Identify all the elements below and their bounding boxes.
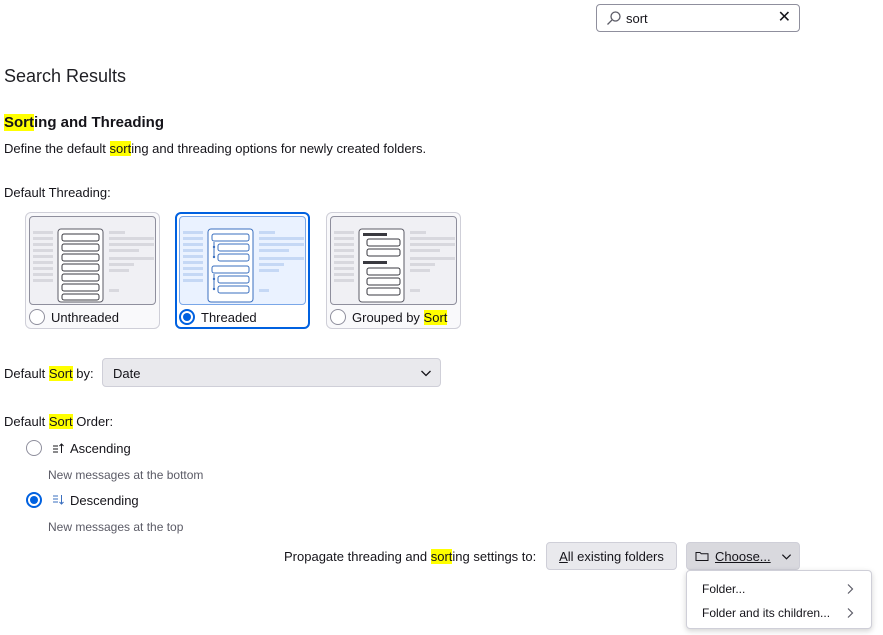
search-highlight: sort [109, 141, 132, 156]
grouped-by-sort-radio[interactable] [330, 309, 346, 325]
sort-by-label-end: by: [72, 366, 94, 381]
threaded-option-row: Threaded [179, 309, 257, 325]
propagate-label: Propagate threading and sorting settings… [284, 549, 536, 564]
grouped-option-row: Grouped by Sort [330, 309, 448, 325]
unthreaded-option-row: Unthreaded [29, 309, 119, 325]
threading-option-threaded[interactable]: Threaded [175, 212, 310, 329]
propagate-label-start: Propagate threading and [284, 549, 431, 564]
ascending-radio[interactable] [26, 440, 42, 456]
chevron-right-icon [847, 584, 854, 594]
search-highlight: sort [430, 549, 453, 564]
desc-text-end: ing and threading options for newly crea… [131, 141, 427, 156]
sort-by-value: Date [113, 366, 141, 381]
threading-option-grouped-by-sort[interactable]: Grouped by Sort [326, 212, 461, 329]
default-sort-by-label: Default Sort by: [4, 366, 94, 381]
search-icon [607, 11, 621, 25]
close-icon[interactable]: ✕ [778, 9, 791, 27]
descending-radio[interactable] [26, 492, 42, 508]
default-threading-label: Default Threading: [4, 185, 111, 200]
chevron-down-icon [781, 553, 791, 560]
threaded-radio[interactable] [179, 309, 195, 325]
search-highlight: Sort [423, 309, 448, 325]
search-input[interactable]: sort [626, 11, 648, 26]
page-title: Search Results [4, 66, 127, 86]
sort-by-select[interactable]: Date [102, 358, 441, 387]
menu-item-label: Folder... [702, 582, 746, 596]
search-highlight: Sort [48, 366, 73, 381]
desc-text-start: Define the default [4, 141, 110, 156]
descending-hint: New messages at the top [48, 520, 184, 534]
folder-icon [695, 552, 709, 561]
sort-descending-icon [53, 495, 64, 505]
chevron-right-icon [847, 608, 854, 618]
menu-item-folder-and-children[interactable]: Folder and its children... [687, 601, 871, 625]
chevron-down-icon [421, 370, 431, 377]
menu-item-folder[interactable]: Folder... [687, 577, 871, 601]
threaded-label: Threaded [201, 309, 257, 325]
unthreaded-radio[interactable] [29, 309, 45, 325]
ascending-hint: New messages at the bottom [48, 468, 204, 482]
choose-label: Choose... [715, 548, 771, 564]
sort-by-label-start: Default [4, 366, 49, 381]
propagate-label-end: ing settings to: [452, 549, 537, 564]
grouped-by-sort-label: Grouped by Sort [352, 309, 448, 325]
descending-label: Descending [70, 492, 139, 508]
ascending-label: Ascending [70, 440, 131, 456]
menu-item-label: Folder and its children... [702, 606, 831, 620]
section-title-text: ing and Threading [34, 114, 164, 131]
all-existing-folders-label: ll existing folders [567, 548, 664, 564]
sort-order-label-end: Order: [72, 414, 114, 429]
unthreaded-label: Unthreaded [51, 309, 119, 325]
section-title: Sorting and Threading [4, 114, 164, 131]
threaded-preview-image [179, 216, 306, 305]
search-field[interactable]: sort ✕ [596, 4, 800, 32]
all-existing-folders-button[interactable]: All existing folders [546, 542, 677, 570]
unthreaded-preview-image [29, 216, 156, 305]
sort-ascending-icon [53, 443, 64, 453]
choose-folder-menu: Folder... Folder and its children... [686, 570, 872, 629]
threading-option-unthreaded[interactable]: Unthreaded [25, 212, 160, 329]
grouped-label-text: Grouped by [352, 309, 424, 325]
search-highlight: Sort [48, 414, 73, 429]
choose-folder-button[interactable]: Choose... [686, 542, 800, 570]
ascending-option[interactable]: Ascending [26, 440, 131, 456]
search-highlight: Sort [4, 114, 34, 131]
sort-order-label-start: Default [4, 414, 49, 429]
grouped-preview-image [330, 216, 457, 305]
accesskey: A [559, 548, 568, 564]
section-description: Define the default sorting and threading… [4, 141, 426, 156]
default-sort-order-label: Default Sort Order: [4, 414, 113, 429]
descending-option[interactable]: Descending [26, 492, 139, 508]
